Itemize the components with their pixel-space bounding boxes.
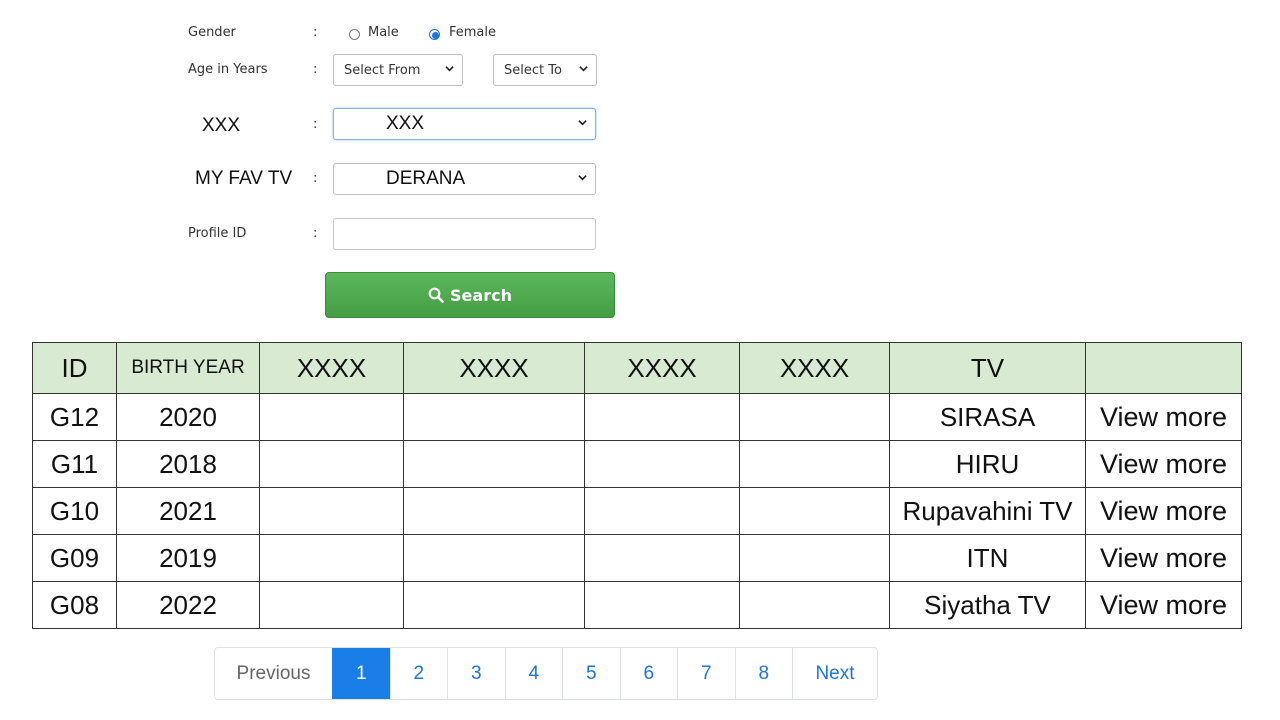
cell-xxxx-2 [403, 393, 585, 441]
search-icon [428, 287, 444, 303]
cell-birth-year: 2022 [116, 581, 260, 629]
fav-tv-colon: : [313, 171, 318, 186]
fav-tv-value: DERANA [386, 168, 466, 189]
profile-id-colon: : [313, 226, 318, 241]
cell-xxxx-2 [403, 581, 585, 629]
pagination-page-2[interactable]: 2 [389, 648, 447, 699]
xxx-label: XXX [202, 115, 241, 136]
table-row: G09 2019 ITN View more [32, 534, 1242, 582]
pagination: Previous 1 2 3 4 5 6 7 8 Next [214, 647, 878, 700]
gender-option-male-label[interactable]: Male [368, 25, 399, 40]
view-more-link[interactable]: View more [1085, 581, 1242, 629]
cell-xxxx-3 [584, 487, 740, 535]
cell-id: G09 [32, 534, 117, 582]
cell-xxxx-4 [739, 581, 890, 629]
cell-xxxx-1 [259, 487, 404, 535]
pagination-page-4[interactable]: 4 [504, 648, 562, 699]
table-row: G12 2020 SIRASA View more [32, 393, 1242, 441]
age-colon: : [313, 62, 318, 77]
view-more-link[interactable]: View more [1085, 393, 1242, 441]
age-label: Age in Years [188, 62, 268, 77]
header-birth-year: BIRTH YEAR [116, 342, 260, 394]
pagination-page-7[interactable]: 7 [677, 648, 735, 699]
fav-tv-label: MY FAV TV [195, 168, 293, 189]
header-xxxx-4: XXXX [739, 342, 890, 394]
gender-label: Gender [188, 25, 236, 40]
pagination-previous[interactable]: Previous [215, 648, 332, 699]
cell-xxxx-3 [584, 440, 740, 488]
cell-birth-year: 2021 [116, 487, 260, 535]
cell-id: G10 [32, 487, 117, 535]
view-more-link[interactable]: View more [1085, 534, 1242, 582]
cell-xxxx-4 [739, 440, 890, 488]
pagination-page-6[interactable]: 6 [619, 648, 677, 699]
profile-id-input[interactable] [333, 218, 596, 250]
age-from-select[interactable]: Select From [333, 54, 463, 86]
cell-xxxx-3 [584, 393, 740, 441]
xxx-select[interactable]: XXX [333, 108, 596, 140]
header-xxxx-1: XXXX [259, 342, 404, 394]
cell-xxxx-1 [259, 581, 404, 629]
fav-tv-select[interactable]: DERANA [333, 163, 596, 195]
gender-option-female-label[interactable]: Female [449, 25, 496, 40]
pagination-page-1[interactable]: 1 [332, 648, 390, 699]
header-xxxx-3: XXXX [584, 342, 740, 394]
view-more-link[interactable]: View more [1085, 487, 1242, 535]
cell-tv: Rupavahini TV [889, 487, 1086, 535]
cell-xxxx-4 [739, 487, 890, 535]
pagination-page-8[interactable]: 8 [734, 648, 792, 699]
table-row: G08 2022 Siyatha TV View more [32, 581, 1242, 629]
cell-tv: HIRU [889, 440, 1086, 488]
age-to-select[interactable]: Select To [493, 54, 597, 86]
table-row: G10 2021 Rupavahini TV View more [32, 487, 1242, 535]
xxx-value: XXX [386, 113, 425, 134]
cell-xxxx-4 [739, 393, 890, 441]
chevron-down-icon [579, 66, 588, 72]
header-action [1085, 342, 1242, 394]
cell-xxxx-4 [739, 534, 890, 582]
chevron-down-icon [445, 66, 454, 72]
chevron-down-icon [578, 175, 587, 181]
cell-tv: Siyatha TV [889, 581, 1086, 629]
gender-radio-female[interactable] [429, 29, 440, 40]
cell-xxxx-1 [259, 393, 404, 441]
results-table: ID BIRTH YEAR XXXX XXXX XXXX XXXX TV G12… [32, 342, 1242, 629]
cell-tv: SIRASA [889, 393, 1086, 441]
pagination-next[interactable]: Next [792, 648, 877, 699]
profile-id-label: Profile ID [188, 226, 247, 241]
cell-xxxx-1 [259, 440, 404, 488]
search-button-label: Search [450, 285, 512, 305]
cell-birth-year: 2019 [116, 534, 260, 582]
cell-xxxx-3 [584, 581, 740, 629]
chevron-down-icon [578, 120, 587, 126]
cell-xxxx-2 [403, 534, 585, 582]
cell-xxxx-2 [403, 440, 585, 488]
gender-radio-male[interactable] [349, 29, 360, 40]
header-id: ID [32, 342, 117, 394]
age-from-value: Select From [344, 62, 421, 78]
cell-id: G08 [32, 581, 117, 629]
search-button[interactable]: Search [325, 272, 615, 318]
cell-xxxx-2 [403, 487, 585, 535]
gender-colon: : [313, 25, 318, 40]
header-tv: TV [889, 342, 1086, 394]
age-to-value: Select To [504, 62, 562, 78]
cell-birth-year: 2018 [116, 440, 260, 488]
cell-id: G11 [32, 440, 117, 488]
cell-id: G12 [32, 393, 117, 441]
cell-tv: ITN [889, 534, 1086, 582]
cell-xxxx-1 [259, 534, 404, 582]
cell-birth-year: 2020 [116, 393, 260, 441]
pagination-page-5[interactable]: 5 [562, 648, 620, 699]
view-more-link[interactable]: View more [1085, 440, 1242, 488]
table-header-row: ID BIRTH YEAR XXXX XXXX XXXX XXXX TV [32, 342, 1242, 394]
xxx-colon: : [313, 117, 318, 132]
table-row: G11 2018 HIRU View more [32, 440, 1242, 488]
pagination-page-3[interactable]: 3 [447, 648, 505, 699]
header-xxxx-2: XXXX [403, 342, 585, 394]
cell-xxxx-3 [584, 534, 740, 582]
